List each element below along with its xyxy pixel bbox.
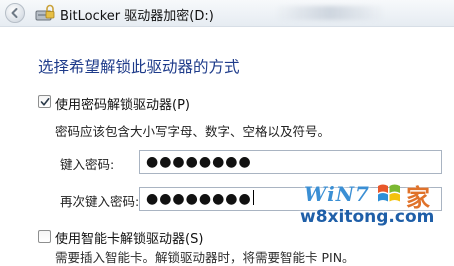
reenter-password-value: ●●●●●●●● (146, 191, 252, 207)
password-option-label[interactable]: 使用密码解锁驱动器(P) (55, 94, 190, 113)
smartcard-option-label[interactable]: 使用智能卡解锁驱动器(S) (55, 228, 203, 247)
checkmark-icon (40, 98, 50, 106)
title-bar-glare (275, 6, 385, 20)
reenter-password-label: 再次键入密码: (60, 194, 140, 209)
window-title: BitLocker 驱动器加密(D:) (60, 9, 214, 24)
page-heading: 选择希望解锁此驱动器的方式 (38, 58, 240, 76)
bitlocker-drive-icon (35, 4, 55, 21)
title-bar: BitLocker 驱动器加密(D:) (0, 0, 454, 27)
watermark-site: w8xitong.com (300, 207, 435, 227)
enter-password-label: 键入密码: (60, 157, 115, 172)
smartcard-checkbox[interactable] (38, 230, 51, 243)
watermark: WiN7 家 w8xitong.com (246, 176, 454, 255)
enter-password-value: ●●●●●●●● (146, 154, 252, 170)
back-button[interactable] (5, 3, 25, 23)
enter-password-field[interactable]: ●●●●●●●● (139, 150, 442, 174)
watermark-logo-text: WiN7 (304, 182, 370, 206)
password-checkbox[interactable] (38, 95, 51, 108)
password-hint: 密码应该包含大小写字母、数字、空格以及符号。 (55, 124, 331, 139)
back-arrow-icon (11, 8, 18, 18)
windows-flag-icon (378, 184, 400, 202)
